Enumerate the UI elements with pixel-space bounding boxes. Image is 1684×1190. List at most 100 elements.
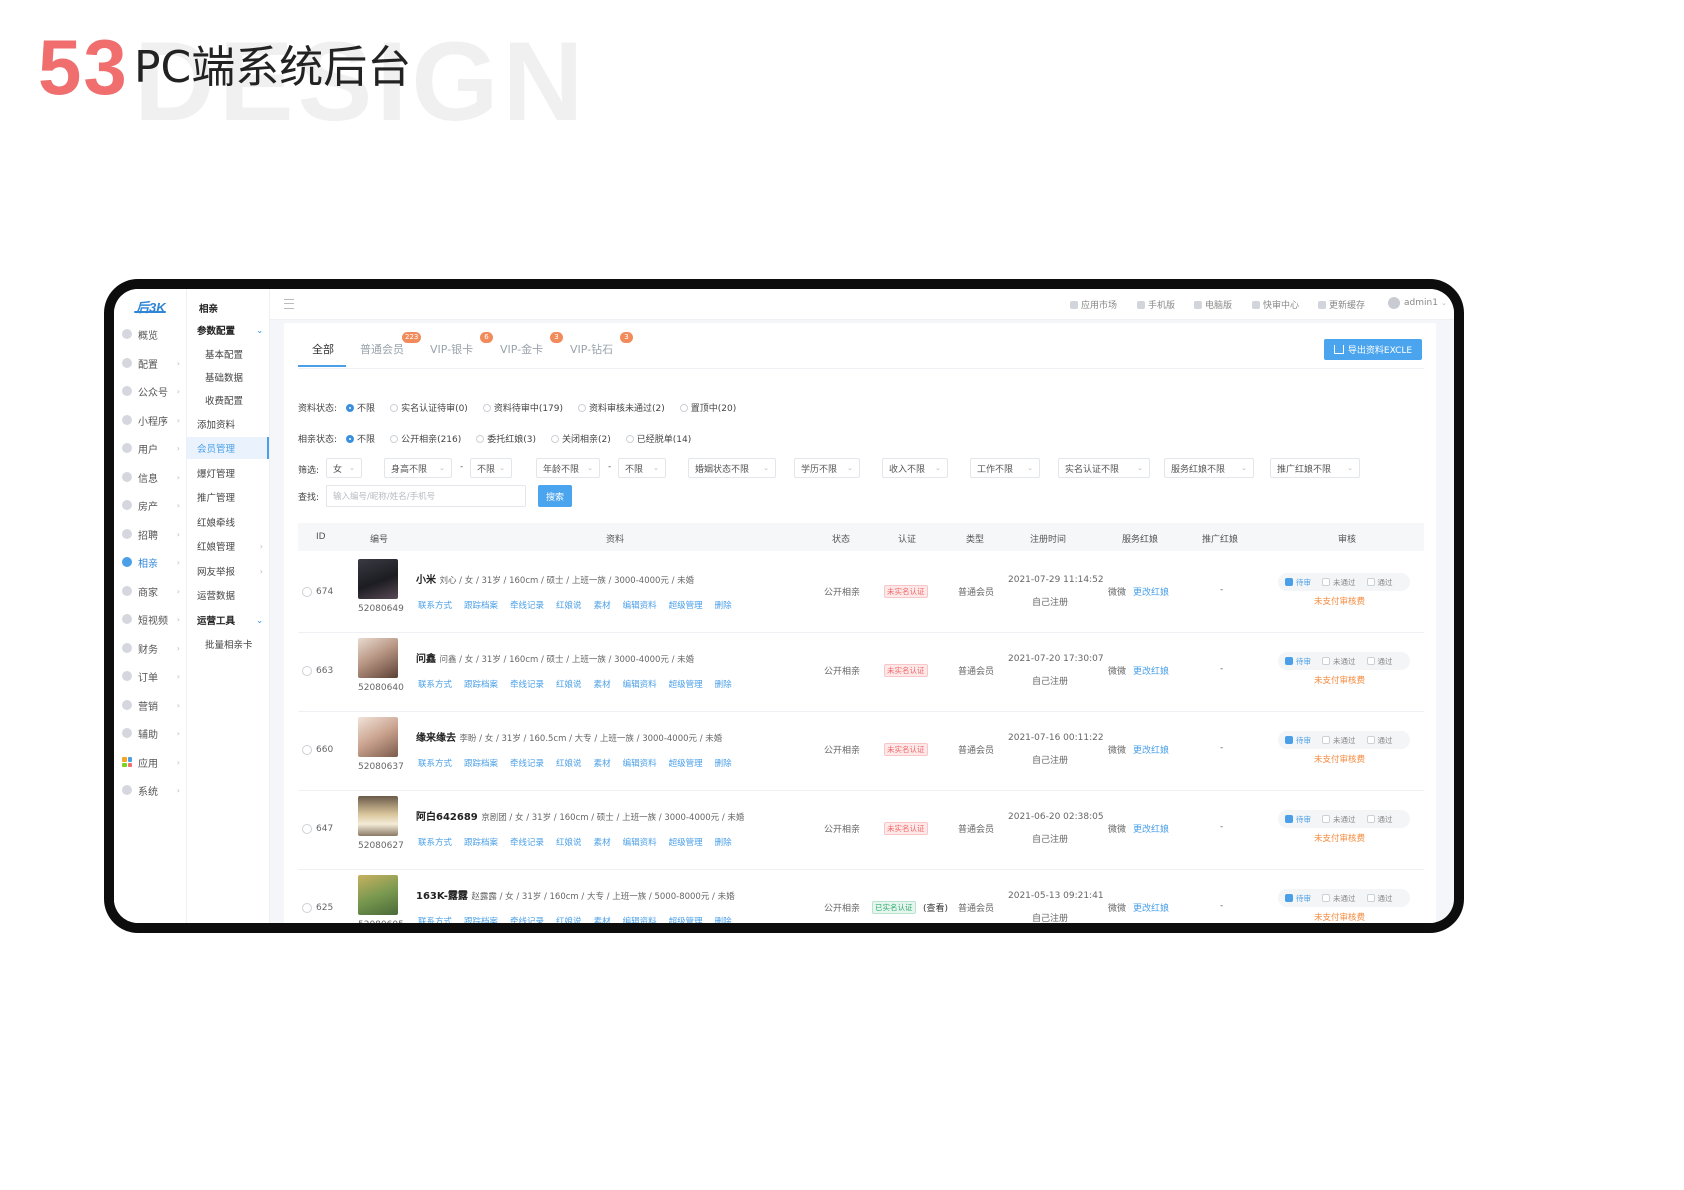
action-link-7[interactable]: 删除	[715, 838, 732, 848]
audit-option-label[interactable]: 通过	[1378, 656, 1393, 667]
tab-4[interactable]: VIP-钻石 3	[570, 332, 633, 357]
action-link-7[interactable]: 删除	[715, 917, 732, 923]
promo-matchmaker-select[interactable]: 推广红娘不限 ⌄	[1270, 458, 1360, 478]
action-link-5[interactable]: 编辑资料	[623, 838, 657, 848]
sub-sidebar-item-3[interactable]: 收费配置	[197, 389, 269, 411]
audit-option-label[interactable]: 通过	[1378, 577, 1393, 588]
audit-checkbox-2[interactable]	[1366, 578, 1375, 586]
member-photo[interactable]	[358, 875, 398, 915]
radio-3[interactable]	[578, 403, 587, 412]
audit-option-label[interactable]: 待审	[1296, 893, 1311, 904]
action-link-2[interactable]: 牵线记录	[510, 601, 544, 611]
radio-label[interactable]: 已经脱单(14)	[637, 432, 691, 445]
member-photo[interactable]	[358, 717, 398, 757]
row-select-radio[interactable]	[302, 745, 312, 755]
user-menu[interactable]: admin1 ⌄	[1388, 297, 1447, 309]
action-link-2[interactable]: 牵线记录	[510, 759, 544, 769]
radio-4[interactable]	[679, 403, 688, 412]
radio-0[interactable]	[346, 403, 355, 412]
action-link-1[interactable]: 跟踪档案	[464, 759, 498, 769]
export-excel-button[interactable]: 导出资料EXCLE	[1324, 339, 1422, 360]
radio-0[interactable]	[346, 434, 355, 443]
audit-checkbox-1[interactable]	[1322, 657, 1330, 665]
education-select[interactable]: 学历不限 ⌄	[794, 458, 860, 478]
sidebar-item-13[interactable]: 营销 ›	[122, 694, 182, 716]
topbar-item-3[interactable]: 快审中心	[1252, 298, 1299, 311]
gender-select[interactable]: 女 ⌄	[326, 458, 362, 478]
action-link-6[interactable]: 超级管理	[669, 680, 703, 690]
sub-sidebar-item-5[interactable]: 会员管理	[187, 437, 269, 459]
change-matchmaker-link[interactable]: 更改红娘	[1133, 901, 1169, 914]
sidebar-item-1[interactable]: 配置 ›	[122, 352, 182, 374]
action-link-3[interactable]: 红娘说	[556, 759, 582, 769]
height-to-select[interactable]: 不限 ⌄	[470, 458, 512, 478]
action-link-1[interactable]: 跟踪档案	[464, 838, 498, 848]
radio-2[interactable]	[482, 403, 491, 412]
sidebar-item-3[interactable]: 小程序 ›	[122, 409, 182, 431]
sub-sidebar-item-6[interactable]: 爆灯管理	[197, 462, 269, 484]
topbar-item-0[interactable]: 应用市场	[1070, 298, 1117, 311]
audit-checkbox-0[interactable]	[1285, 894, 1293, 902]
action-link-0[interactable]: 联系方式	[418, 759, 452, 769]
radio-label[interactable]: 关闭相亲(2)	[562, 432, 611, 445]
action-link-6[interactable]: 超级管理	[669, 759, 703, 769]
audit-option-label[interactable]: 待审	[1296, 577, 1311, 588]
age-from-select[interactable]: 年龄不限 ⌄	[536, 458, 600, 478]
action-link-3[interactable]: 红娘说	[556, 601, 582, 611]
job-select[interactable]: 工作不限 ⌄	[970, 458, 1040, 478]
sub-sidebar-item-7[interactable]: 推广管理	[197, 486, 269, 508]
audit-option-label[interactable]: 待审	[1296, 735, 1311, 746]
action-link-2[interactable]: 牵线记录	[510, 838, 544, 848]
action-link-7[interactable]: 删除	[715, 680, 732, 690]
action-link-3[interactable]: 红娘说	[556, 838, 582, 848]
member-photo[interactable]	[358, 796, 398, 836]
row-select-radio[interactable]	[302, 587, 312, 597]
audit-option-label[interactable]: 未通过	[1333, 656, 1356, 667]
audit-option-label[interactable]: 未通过	[1333, 893, 1356, 904]
audit-checkbox-0[interactable]	[1285, 578, 1293, 586]
sidebar-item-4[interactable]: 用户 ›	[122, 437, 182, 459]
sidebar-item-16[interactable]: 系统 ›	[122, 779, 182, 801]
action-link-1[interactable]: 跟踪档案	[464, 601, 498, 611]
action-link-6[interactable]: 超级管理	[669, 601, 703, 611]
radio-label[interactable]: 公开相亲(216)	[401, 432, 461, 445]
sidebar-item-9[interactable]: 商家 ›	[122, 580, 182, 602]
audit-checkbox-2[interactable]	[1366, 815, 1375, 823]
audit-checkbox-1[interactable]	[1322, 736, 1330, 744]
action-link-5[interactable]: 编辑资料	[623, 601, 657, 611]
action-link-3[interactable]: 红娘说	[556, 680, 582, 690]
action-link-5[interactable]: 编辑资料	[623, 680, 657, 690]
radio-label[interactable]: 资料待审中(179)	[494, 401, 563, 414]
topbar-item-1[interactable]: 手机版	[1137, 298, 1175, 311]
sidebar-item-12[interactable]: 订单 ›	[122, 665, 182, 687]
verify-select[interactable]: 实名认证不限 ⌄	[1058, 458, 1150, 478]
audit-checkbox-2[interactable]	[1366, 894, 1375, 902]
action-link-0[interactable]: 联系方式	[418, 917, 452, 923]
radio-label[interactable]: 资料审核未通过(2)	[589, 401, 665, 414]
action-link-0[interactable]: 联系方式	[418, 680, 452, 690]
sub-sidebar-item-8[interactable]: 红娘牵线	[197, 511, 269, 533]
sidebar-item-6[interactable]: 房产 ›	[122, 494, 182, 516]
income-select[interactable]: 收入不限 ⌄	[882, 458, 948, 478]
sub-sidebar-item-2[interactable]: 基础数据	[197, 366, 269, 388]
action-link-4[interactable]: 素材	[594, 680, 611, 690]
row-select-radio[interactable]	[302, 666, 312, 676]
sub-sidebar-item-0[interactable]: 参数配置 ⌄	[197, 319, 269, 341]
sidebar-item-14[interactable]: 辅助 ›	[122, 722, 182, 744]
action-link-5[interactable]: 编辑资料	[623, 917, 657, 923]
search-input[interactable]: 输入编号/昵称/姓名/手机号	[326, 485, 526, 507]
radio-label[interactable]: 置顶中(20)	[691, 401, 736, 414]
topbar-item-4[interactable]: 更新缓存	[1318, 298, 1365, 311]
row-select-radio[interactable]	[302, 824, 312, 834]
sub-sidebar-item-10[interactable]: 网友举报 ›	[197, 560, 269, 582]
topbar-item-2[interactable]: 电脑版	[1194, 298, 1232, 311]
age-to-select[interactable]: 不限 ⌄	[618, 458, 666, 478]
action-link-0[interactable]: 联系方式	[418, 838, 452, 848]
audit-option-label[interactable]: 未通过	[1333, 577, 1356, 588]
change-matchmaker-link[interactable]: 更改红娘	[1133, 822, 1169, 835]
sidebar-item-15[interactable]: 应用 ›	[122, 751, 182, 773]
audit-checkbox-1[interactable]	[1322, 815, 1330, 823]
action-link-6[interactable]: 超级管理	[669, 838, 703, 848]
audit-checkbox-1[interactable]	[1322, 578, 1330, 586]
audit-checkbox-2[interactable]	[1366, 736, 1375, 744]
